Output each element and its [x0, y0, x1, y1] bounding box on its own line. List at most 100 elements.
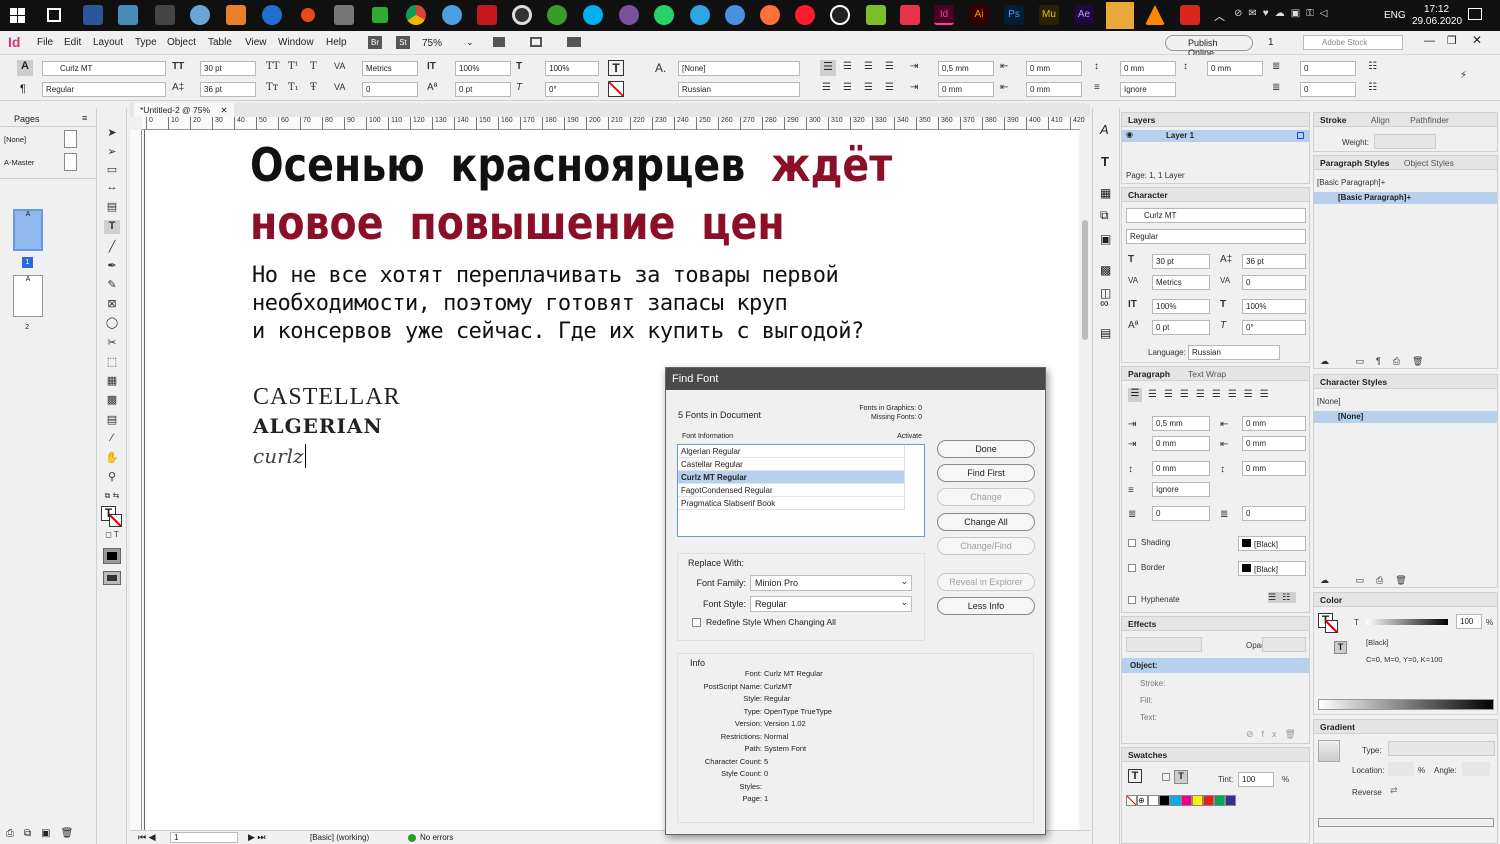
para-ignore[interactable]: Ignore [1152, 482, 1210, 497]
strikethrough-icon[interactable]: Ŧ [310, 82, 317, 93]
character-styles-dock-icon[interactable]: A [1100, 122, 1109, 137]
align-to-grid-icons[interactable]: ☰☷ [1268, 592, 1297, 603]
task-view-icon[interactable] [47, 8, 61, 22]
menu-type[interactable]: Type [135, 37, 157, 48]
ctrl-baseline[interactable]: 0 pt [455, 82, 511, 97]
font-style-select[interactable]: Regular ⌄ [750, 596, 912, 612]
para-dropcap1[interactable]: 0 [1152, 506, 1210, 521]
preflight-profile[interactable]: [Basic] (working) [310, 833, 369, 842]
color-text-icon[interactable]: T [1334, 641, 1347, 654]
ctrl-hscale[interactable]: 100% [545, 61, 599, 76]
font-list-item[interactable]: Castellar Regular [678, 458, 904, 471]
ctrl-space-after[interactable]: 0 mm [1207, 61, 1263, 76]
hyphenate-label[interactable]: Hyphenate [1141, 595, 1180, 604]
first-page-icon[interactable]: ⏮ ◀ [138, 832, 156, 843]
page-number-field[interactable]: 1 [1268, 37, 1274, 48]
word-app-icon[interactable] [83, 5, 103, 25]
tab-stroke[interactable]: Stroke [1320, 115, 1346, 125]
font-list-item[interactable]: Algerian Regular [678, 445, 904, 458]
font-list-item[interactable]: FagotCondensed Regular [678, 484, 904, 497]
swatch-row[interactable]: ⊕ [1126, 795, 1236, 806]
panel-menu-icon[interactable]: ≡ [82, 113, 87, 123]
font-list[interactable]: Algerian Regular Castellar Regular Curlz… [677, 444, 925, 537]
underline-icon[interactable]: T [310, 61, 317, 72]
app-icon-11[interactable] [442, 5, 462, 25]
justify-all-icon[interactable]: ☰ [864, 82, 873, 93]
menu-file[interactable]: File [37, 37, 53, 48]
para-dropcap2[interactable]: 0 [1242, 506, 1306, 521]
vertical-ruler[interactable] [130, 130, 142, 830]
para-formatting-mode-icon[interactable]: ¶ [20, 83, 26, 95]
hyperlinks-dock-icon[interactable]: ∞ [1100, 296, 1109, 310]
calculator-app-icon[interactable] [155, 5, 175, 25]
links-dock-icon[interactable]: ⧉ [1100, 208, 1109, 223]
lightning-icon[interactable]: ⚡ [1460, 70, 1467, 81]
para-space-before[interactable]: 0 mm [1152, 461, 1210, 476]
menu-object[interactable]: Object [167, 37, 196, 48]
language-indicator[interactable]: ENG [1384, 10, 1406, 21]
tab-align[interactable]: Align [1371, 115, 1390, 125]
ctrl-font-family[interactable]: Curlz MT [42, 61, 166, 76]
effects-text-row[interactable]: Text: [1140, 713, 1157, 722]
ctrl-vscale[interactable]: 100% [455, 61, 511, 76]
next-page-icon[interactable]: ▶ ⏭ [248, 832, 266, 843]
libraries-dock-icon[interactable]: ▤ [1100, 326, 1111, 340]
table-dock-icon[interactable]: ▦ [1100, 186, 1111, 200]
ctrl-skew[interactable]: 0° [545, 82, 599, 97]
shading-color[interactable]: [Black] [1238, 536, 1306, 551]
ctrl-dropcap2[interactable]: 0 [1300, 82, 1356, 97]
menu-table[interactable]: Table [208, 37, 232, 48]
char-styles-header[interactable]: Character Styles [1314, 375, 1497, 389]
illustrator-app-icon[interactable]: Ai [969, 5, 989, 25]
stock-button[interactable]: St [396, 36, 410, 49]
opera-app-icon[interactable] [795, 5, 815, 25]
stroke-none-icon[interactable] [608, 81, 624, 97]
page-1-number[interactable]: 1 [22, 257, 33, 268]
photoshop-app-icon[interactable]: Ps [1004, 5, 1024, 25]
border-label[interactable]: Border [1141, 563, 1165, 572]
gradient-type-select[interactable] [1388, 741, 1495, 756]
formatting-container-icon[interactable]: ◻ T [104, 530, 120, 544]
gradient-reverse-icon[interactable]: ⇄ [1390, 785, 1398, 796]
vertical-scrollbar[interactable] [1080, 130, 1090, 830]
pen-tool-icon[interactable]: ✒ [104, 259, 120, 273]
app-icon-8[interactable] [334, 5, 354, 25]
bullets-icon[interactable]: ☷ [1368, 61, 1377, 72]
subscript-icon[interactable]: T₁ [288, 82, 299, 93]
fill-text-icon[interactable]: T [608, 60, 624, 76]
find-first-button[interactable]: Find First [937, 464, 1035, 482]
gap-tool-icon[interactable]: ↔ [104, 181, 120, 195]
paragraph-panel-header[interactable]: Paragraph Text Wrap [1122, 367, 1309, 381]
swatch-fill-icon[interactable]: T [1128, 769, 1142, 783]
firefox-app-icon[interactable] [760, 5, 780, 25]
ctrl-leading[interactable]: 36 pt [200, 82, 256, 97]
justify-icon[interactable]: ☰ [885, 61, 894, 72]
messenger-app-icon[interactable] [725, 5, 745, 25]
font-list-item[interactable]: Pragmatica Slabserif Book [678, 497, 904, 510]
opacity-field[interactable] [1262, 637, 1306, 652]
zoom-dropdown-icon[interactable]: ⌄ [466, 37, 474, 48]
gradient-angle-field[interactable] [1462, 762, 1490, 776]
swatch-text-icon[interactable]: T [1174, 770, 1188, 784]
chrome-app-icon[interactable] [406, 5, 426, 25]
small-caps-icon[interactable]: Tт [266, 82, 278, 93]
dialog-titlebar[interactable]: Find Font [666, 368, 1045, 390]
ctrl-tracking[interactable]: 0 [362, 82, 418, 97]
redefine-style-checkbox[interactable] [692, 618, 701, 627]
character-panel-header[interactable]: Character [1122, 188, 1309, 202]
redefine-style-label[interactable]: Redefine Style When Changing All [706, 617, 836, 627]
whatsapp-app-icon[interactable] [654, 5, 674, 25]
swatch-container-icon[interactable] [1162, 773, 1170, 781]
close-tab-icon[interactable]: ✕ [220, 105, 227, 115]
para-align-icons[interactable]: ☰☰☰☰☰☰☰☰ [1148, 389, 1276, 400]
border-checkbox[interactable] [1128, 564, 1136, 572]
ctrl-language[interactable]: Russian [678, 82, 800, 97]
all-caps-icon[interactable]: TT [266, 61, 280, 72]
body-text-line-1[interactable]: Но не все хотят переплачивать за товары … [252, 263, 839, 288]
border-color[interactable]: [Black] [1238, 561, 1306, 576]
page-2-thumb[interactable]: A [13, 275, 43, 317]
page-1-thumb[interactable]: A [13, 209, 43, 251]
justify-left-icon[interactable]: ☰ [822, 82, 831, 93]
ctrl-ignore[interactable]: Ignore [1120, 82, 1176, 97]
page-tool-icon[interactable]: ▭ [104, 163, 120, 177]
